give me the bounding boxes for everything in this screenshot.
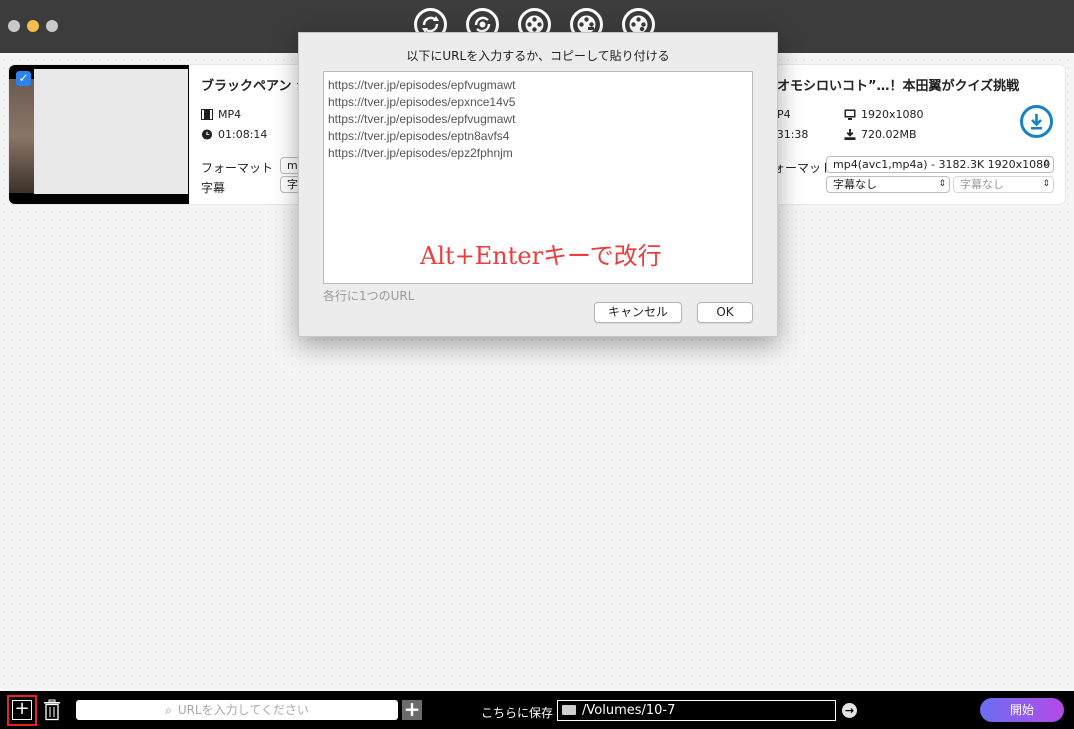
url-line: https://tver.jp/episodes/eptn8avfs4: [328, 129, 510, 143]
url-input-placeholder: URLを入力してください: [177, 703, 309, 717]
video-thumbnail: ✓: [9, 65, 189, 204]
subtitle2-select-right[interactable]: 字幕なし ⇕: [953, 176, 1054, 193]
format-info: MP4: [201, 108, 241, 121]
search-icon: ⌕: [165, 703, 172, 717]
open-folder-button[interactable]: →: [842, 703, 857, 718]
chevron-updown-icon: ⇕: [938, 179, 946, 189]
item-title: ブラックペアン シ: [201, 79, 310, 94]
start-button[interactable]: 開始: [980, 698, 1064, 722]
format-label-right: ォーマット: [773, 161, 834, 175]
monitor-icon: [844, 109, 856, 120]
download-icon: [1031, 114, 1042, 130]
size-info: 720.02MB: [844, 128, 917, 141]
format-label: フォーマット: [201, 161, 274, 175]
film-icon: [201, 109, 213, 120]
format-value-right: P4: [777, 108, 791, 121]
item-title-continued: オモシロいコト”…！本田翼がクイズ挑戦: [777, 79, 1020, 94]
duration-value-right: :31:38: [773, 128, 809, 141]
save-location-label: こちらに保存: [481, 706, 554, 720]
size-value: 720.02MB: [861, 128, 917, 141]
format-select-right-value: mp4(avc1,mp4a) - 3182.3K 1920x1080: [833, 158, 1051, 171]
url-line: https://tver.jp/episodes/epfvugmawt: [328, 78, 516, 92]
thumbnail-image: [9, 79, 34, 193]
duration-info-right: :31:38: [773, 128, 808, 141]
subtitle-select-right[interactable]: 字幕なし ⇕: [826, 176, 950, 193]
item-select-checkbox[interactable]: ✓: [16, 71, 31, 86]
url-textarea[interactable]: https://tver.jp/episodes/epfvugmawt http…: [323, 71, 753, 284]
subtitle-select-value: 字: [287, 178, 298, 191]
subtitle-select[interactable]: 字: [280, 176, 300, 193]
newline-hint-annotation: Alt+Enterキーで改行: [420, 242, 662, 270]
cancel-button[interactable]: キャンセル: [594, 302, 682, 323]
clock-icon: [201, 129, 213, 140]
window-zoom-button[interactable]: [46, 20, 58, 32]
url-input[interactable]: ⌕ URLを入力してください: [76, 700, 398, 720]
trash-icon[interactable]: [42, 699, 62, 721]
window-minimize-button[interactable]: [27, 20, 39, 32]
window-close-button[interactable]: [8, 20, 20, 32]
format-value: MP4: [218, 108, 242, 121]
chevron-updown-icon: ⇕: [1042, 159, 1050, 169]
add-url-button[interactable]: +: [12, 700, 32, 720]
format-select-right[interactable]: mp4(avc1,mp4a) - 3182.3K 1920x1080 ⇕: [826, 156, 1054, 173]
subtitle-label: 字幕: [201, 181, 226, 195]
subtitle-select-right-value: 字幕なし: [833, 178, 877, 191]
save-path-field[interactable]: /Volumes/10-7: [557, 700, 836, 721]
resolution-info: 1920x1080: [844, 108, 924, 121]
thumbnail-placeholder: [34, 69, 188, 194]
save-path-value: /Volumes/10-7: [582, 703, 676, 718]
resolution-value: 1920x1080: [861, 108, 924, 121]
per-line-label: 各行に1つのURL: [323, 289, 415, 303]
download-size-icon: [844, 129, 856, 140]
format-select[interactable]: mp: [280, 157, 300, 174]
duration-value: 01:08:14: [218, 128, 268, 141]
format-info-right: P4: [777, 108, 791, 121]
url-line: https://tver.jp/episodes/epz2fphnjm: [328, 146, 513, 160]
ok-button[interactable]: OK: [697, 302, 753, 323]
subtitle2-select-right-value: 字幕なし: [960, 178, 1004, 191]
url-input-dialog: 以下にURLを入力するか、コピーして貼り付ける https://tver.jp/…: [298, 32, 778, 337]
chevron-updown-icon: ⇕: [1042, 179, 1050, 189]
folder-icon: [562, 705, 576, 715]
url-line: https://tver.jp/episodes/epxnce14v5: [328, 95, 516, 109]
url-line: https://tver.jp/episodes/epfvugmawt: [328, 112, 516, 126]
add-from-input-button[interactable]: +: [402, 699, 422, 720]
dialog-title: 以下にURLを入力するか、コピーして貼り付ける: [406, 49, 670, 63]
download-button[interactable]: [1020, 105, 1053, 138]
duration-info: 01:08:14: [201, 128, 267, 141]
